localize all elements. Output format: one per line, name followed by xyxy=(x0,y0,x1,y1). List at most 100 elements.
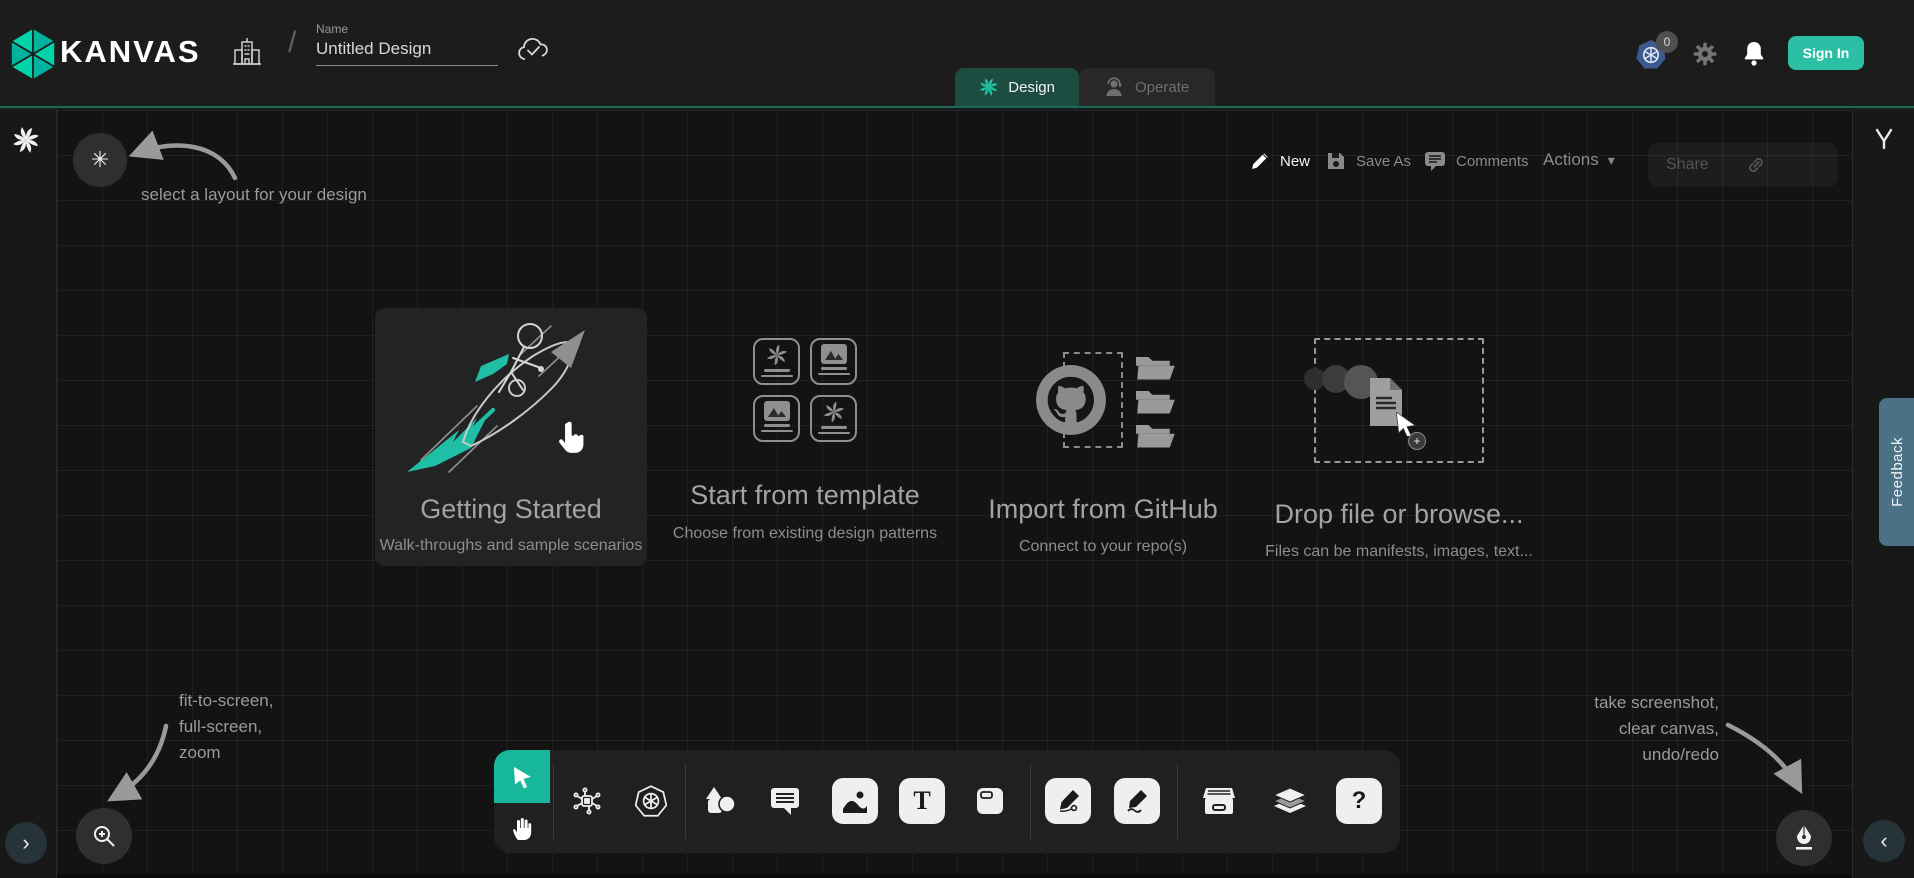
right-sidebar: Feedback ‹ xyxy=(1852,110,1914,878)
card-import-github[interactable]: Import from GitHub Connect to your repo(… xyxy=(953,338,1253,556)
card-subtitle: Choose from existing design patterns xyxy=(673,525,937,543)
actions-label: Actions xyxy=(1543,150,1599,170)
comments-button[interactable]: Comments xyxy=(1423,150,1529,172)
hint-line: undo/redo xyxy=(1594,742,1719,768)
actions-dropdown[interactable]: Actions ▾ xyxy=(1543,150,1615,170)
pencil-new-icon xyxy=(1249,150,1271,172)
dock-divider xyxy=(1030,764,1031,839)
logo-wordmark: KANVAS xyxy=(60,34,201,70)
card-start-from-template[interactable]: Start from template Choose from existing… xyxy=(657,338,953,543)
folder-icon xyxy=(1133,420,1179,450)
hint-line: fit-to-screen, xyxy=(179,688,273,714)
left-sidebar: › xyxy=(0,110,57,878)
save-as-button[interactable]: Save As xyxy=(1325,150,1411,172)
card-title: Start from template xyxy=(690,480,920,511)
new-button[interactable]: New xyxy=(1249,150,1310,172)
folder-icon xyxy=(1133,386,1179,416)
save-icon xyxy=(1325,150,1347,172)
tab-design[interactable]: Design xyxy=(955,68,1079,106)
breadcrumb-separator: / xyxy=(288,26,296,60)
template-thumb-spiral xyxy=(753,338,800,385)
plus-icon: + xyxy=(1413,434,1420,448)
hand-icon xyxy=(509,815,535,841)
chevron-left-icon: ‹ xyxy=(1880,828,1887,854)
kanvas-logo-icon xyxy=(9,27,57,81)
context-count-badge: 0 xyxy=(1656,31,1678,53)
cloud-sync-icon xyxy=(516,36,552,64)
comment-tool-button[interactable] xyxy=(762,778,808,824)
feedback-label: Feedback xyxy=(1889,437,1906,507)
cursor-arrow-icon xyxy=(509,764,535,790)
card-getting-started[interactable]: Getting Started Walk-throughs and sample… xyxy=(375,308,647,566)
card-title: Import from GitHub xyxy=(988,494,1218,525)
comment-icon xyxy=(769,786,801,816)
organization-icon[interactable] xyxy=(232,36,262,70)
github-illustration xyxy=(1021,338,1185,458)
template-thumb-spiral xyxy=(810,395,857,442)
name-label: Name xyxy=(316,22,498,36)
design-name-input[interactable] xyxy=(316,36,498,66)
help-tool-button[interactable]: ? xyxy=(1336,778,1382,824)
shapes-tool-button[interactable] xyxy=(697,778,743,824)
horizontal-scrollbar[interactable] xyxy=(57,874,1852,878)
comments-label: Comments xyxy=(1456,153,1529,170)
layers-tool-button[interactable] xyxy=(1267,778,1313,824)
asterisk-icon: ✳ xyxy=(91,147,109,173)
tool-dock: T xyxy=(494,750,1400,853)
app-header: KANVAS / Name xyxy=(0,0,1914,108)
rocket-doodle-illustration xyxy=(393,314,629,486)
meshery-spiral-icon[interactable] xyxy=(12,126,40,154)
card-drop-file[interactable]: + Drop file or browse... Files can be ma… xyxy=(1239,338,1559,561)
dropzone-illustration: + xyxy=(1314,338,1484,463)
merge-y-icon[interactable] xyxy=(1871,126,1897,152)
tab-design-label: Design xyxy=(1008,79,1055,96)
drawer-tool-button[interactable] xyxy=(1196,778,1242,824)
text-tool-icon: T xyxy=(913,786,930,816)
expand-left-panel-button[interactable]: › xyxy=(5,822,47,864)
design-canvas[interactable]: ✳ select a layout for your design New Sa… xyxy=(57,110,1852,878)
shapes-icon xyxy=(703,785,737,817)
zoom-button[interactable] xyxy=(76,808,132,864)
layout-hint-text: select a layout for your design xyxy=(141,182,367,208)
feedback-tab[interactable]: Feedback xyxy=(1879,398,1914,546)
dock-divider xyxy=(553,764,554,839)
select-tool-button[interactable] xyxy=(494,750,550,803)
pen-nib-icon xyxy=(1792,824,1816,852)
layout-selector-button[interactable]: ✳ xyxy=(73,133,127,187)
note-icon xyxy=(975,786,1005,816)
settings-gear-icon[interactable] xyxy=(1692,41,1718,67)
chevron-right-icon: › xyxy=(22,830,29,856)
template-thumb-image xyxy=(810,338,857,385)
note-tool-button[interactable] xyxy=(967,778,1013,824)
drawer-icon xyxy=(1202,786,1236,816)
hint-line: take screenshot, xyxy=(1594,690,1719,716)
dock-divider xyxy=(1177,764,1178,839)
pen-tool-button[interactable] xyxy=(1045,778,1091,824)
share-button[interactable]: Share xyxy=(1648,143,1838,187)
card-title: Drop file or browse... xyxy=(1274,499,1523,530)
kubernetes-tool-button[interactable] xyxy=(628,778,674,824)
layers-icon xyxy=(1273,786,1307,816)
card-subtitle: Files can be manifests, images, text... xyxy=(1265,543,1533,561)
component-tool-button[interactable] xyxy=(564,778,610,824)
text-tool-button[interactable]: T xyxy=(899,778,945,824)
template-thumbnails xyxy=(753,338,857,442)
sign-in-button[interactable]: Sign In xyxy=(1788,36,1864,70)
dock-divider xyxy=(685,764,686,839)
tab-operate[interactable]: Operate xyxy=(1079,68,1215,106)
collapse-right-panel-button[interactable]: ‹ xyxy=(1863,820,1905,862)
image-icon xyxy=(841,787,869,815)
image-tool-button[interactable] xyxy=(832,778,878,824)
notifications-bell-icon[interactable] xyxy=(1742,40,1766,68)
help-icon: ? xyxy=(1352,787,1367,815)
github-octocat-icon xyxy=(1035,364,1107,436)
screenshot-hint-text: take screenshot, clear canvas, undo/redo xyxy=(1594,690,1719,768)
operate-headset-icon xyxy=(1103,76,1125,98)
new-label: New xyxy=(1280,153,1310,170)
pencil-tool-button[interactable] xyxy=(1114,778,1160,824)
zoom-hint-text: fit-to-screen, full-screen, zoom xyxy=(179,688,273,766)
pen-path-icon xyxy=(1055,788,1081,814)
annotate-button[interactable] xyxy=(1776,810,1832,866)
pencil-draw-icon xyxy=(1124,788,1150,814)
pan-tool-button[interactable] xyxy=(494,803,550,853)
